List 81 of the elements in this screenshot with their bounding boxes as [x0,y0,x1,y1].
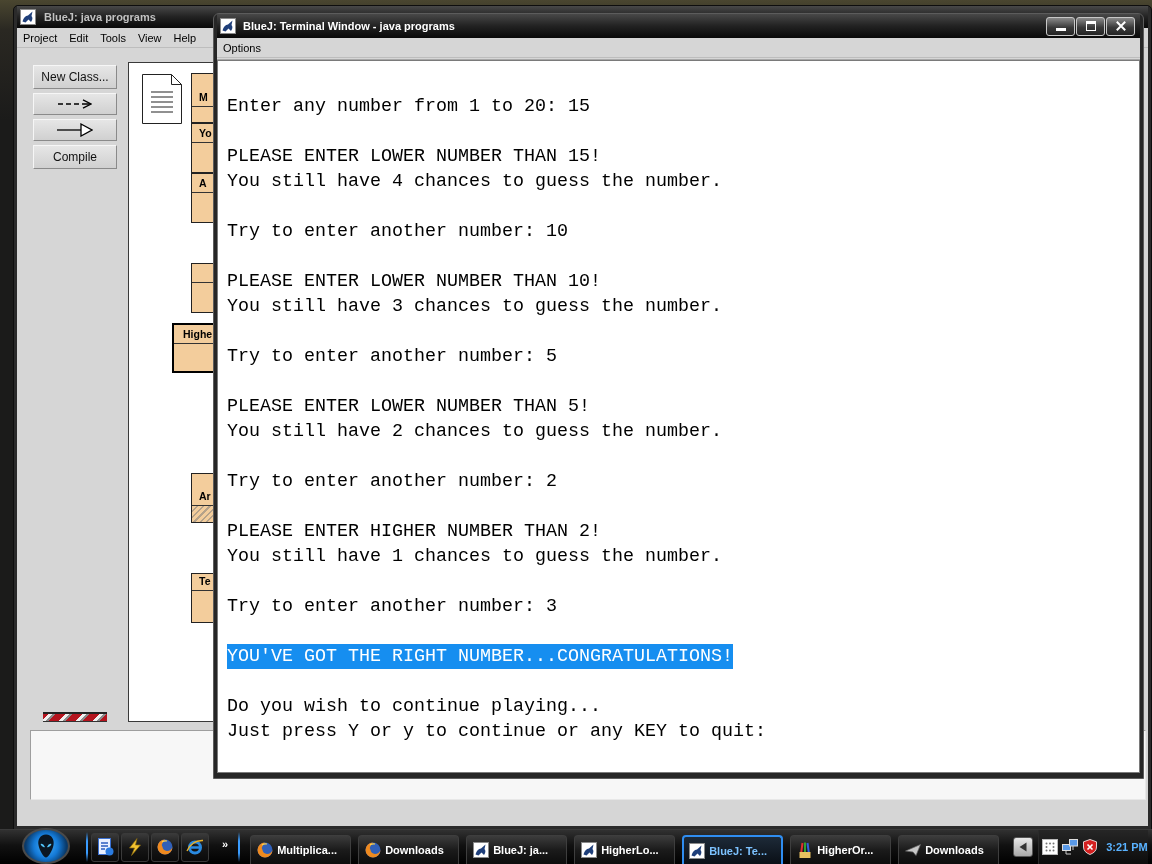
dependency-arrow-button[interactable] [33,93,117,115]
class-box[interactable]: Te [191,573,213,623]
class-box[interactable] [191,263,213,313]
menu-item[interactable]: Edit [63,31,95,44]
ring-icon [186,838,204,856]
tray-expand-button[interactable] [1013,837,1034,857]
more-button[interactable]: » [222,838,229,850]
taskbar-button[interactable]: Downloads [898,835,1000,864]
globe-icon [157,839,173,855]
class-box[interactable]: Yo [191,123,213,173]
output-line: Try to enter another number: 5 [227,345,557,369]
output-line: PLEASE ENTER LOWER NUMBER THAN 5! [227,395,590,419]
quick-launch-button[interactable] [121,832,149,862]
paper-plane-icon [905,842,922,858]
start-button[interactable] [22,828,70,864]
output-line: You still have 3 chances to guess the number. [227,295,722,319]
taskbar-button[interactable]: BlueJ: ja... [466,835,568,864]
minimize-button[interactable] [1046,16,1075,36]
dashed-arrow-icon [58,99,92,109]
output-line: PLEASE ENTER HIGHER NUMBER THAN 2! [227,520,601,544]
quick-launch-button[interactable] [151,832,179,862]
output-line: Try to enter another number: 10 [227,220,568,244]
output-line: Do you wish to continue playing... [227,695,601,719]
brushes-icon [797,842,814,858]
class-name: A [199,177,207,189]
output-line: You still have 4 chances to guess the number. [227,170,722,194]
bird-icon [581,842,598,858]
taskbar-button[interactable]: BlueJ: Te... [682,835,784,864]
output-line: PLEASE ENTER LOWER NUMBER THAN 15! [227,145,601,169]
shield-icon [1082,839,1099,855]
quick-launch-button[interactable] [91,832,119,862]
close-button[interactable] [1106,16,1135,36]
output-line: You still have 1 chances to guess the number. [227,545,722,569]
taskbar-button[interactable]: Downloads [358,835,460,864]
output-line: Try to enter another number: 2 [227,470,557,494]
class-name: M [199,91,208,103]
quick-launch-button[interactable] [181,832,209,862]
bird-icon [473,842,490,858]
output-line: Try to enter another number: 3 [227,595,557,619]
menu-item[interactable]: View [131,31,168,44]
dotted-square-icon [1042,839,1059,855]
bird-icon [689,842,706,859]
bird-icon [220,18,236,34]
caret-left-icon [1019,842,1028,852]
taskbar-button[interactable]: HigherOr... [790,835,892,864]
output-line: PLEASE ENTER LOWER NUMBER THAN 10! [227,270,601,294]
close-icon [1115,21,1126,31]
class-box[interactable]: Highe [172,323,213,373]
globe-icon [257,842,274,858]
alien-head-icon [37,834,55,858]
menu-item[interactable]: Project [17,31,64,44]
inheritance-arrow-button[interactable] [33,119,117,141]
class-box[interactable]: Ar [191,473,213,523]
output-line: You still have 2 chances to guess the number. [227,420,722,444]
maximize-icon [1085,21,1096,31]
lightning-icon [126,838,144,856]
globe-icon [365,842,382,858]
window-title: BlueJ: Terminal Window - java programs [243,20,455,32]
class-name: Ar [199,490,211,502]
output-line: Enter any number from 1 to 20: 15 [227,95,590,119]
output-line: Just press Y or y to continue or any KEY to quit: [227,720,766,744]
class-name: Te [199,575,211,587]
taskbar-button[interactable]: HigherLo... [574,835,676,864]
computers-icon [1062,839,1079,855]
clock: 3:21 PM [1106,841,1148,853]
toolbar-button[interactable]: Compile [33,145,117,169]
hollow-arrow-icon [57,123,93,137]
document-icon [142,74,182,124]
class-name: Yo [199,127,212,139]
class-box[interactable]: M [191,73,213,123]
menu-item[interactable]: Help [167,31,203,44]
menu-item[interactable]: Options [217,41,267,54]
bird-icon [20,9,36,25]
class-name: Highe [183,328,213,340]
maximize-button[interactable] [1076,16,1105,36]
page-icon [96,838,114,856]
class-box[interactable]: A [191,173,213,223]
menu-item[interactable]: Tools [94,31,132,44]
toolbar-button[interactable]: New Class... [33,65,117,89]
taskbar-button[interactable]: Multiplica... [250,835,352,864]
window-title: BlueJ: java programs [44,11,156,23]
